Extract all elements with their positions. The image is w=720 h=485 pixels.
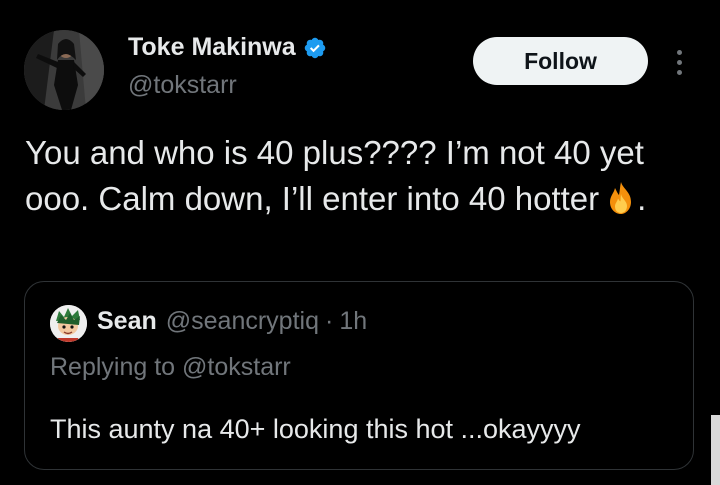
quoted-separator: · [325,307,334,335]
tweet-text: You and who is 40 plus???? I’m not 40 ye… [25,130,685,222]
scrollbar-thumb[interactable] [711,415,720,485]
author-name[interactable]: Toke Makinwa [128,33,327,62]
more-dot [676,69,682,75]
more-dot [676,59,682,65]
tweet-body: You and who is 40 plus???? I’m not 40 ye… [25,134,644,217]
quoted-name[interactable]: Sean [97,307,157,336]
more-dot [676,49,682,55]
profile-photo [24,30,104,110]
quoted-tweet[interactable]: Sean @seancryptiq · 1h Replying to @toks… [24,281,694,470]
cartoon-avatar-icon [50,305,87,342]
quoted-avatar[interactable] [50,305,87,342]
more-options-icon[interactable] [667,44,691,80]
quoted-timestamp[interactable]: 1h [339,307,367,336]
replying-to: Replying to @tokstarr [50,353,291,381]
quoted-text: This aunty na 40+ looking this hot ...ok… [50,414,581,444]
author-handle[interactable]: @tokstarr [128,71,237,100]
author-name-text[interactable]: Toke Makinwa [128,33,296,62]
verified-badge-icon [304,37,325,58]
fire-emoji-icon [610,182,632,214]
author-avatar[interactable] [24,30,104,110]
quoted-handle[interactable]: @seancryptiq [166,307,319,336]
tweet-trailing: . [637,180,647,217]
quoted-header: Sean @seancryptiq · 1h [97,307,367,336]
follow-button[interactable]: Follow [473,37,648,85]
